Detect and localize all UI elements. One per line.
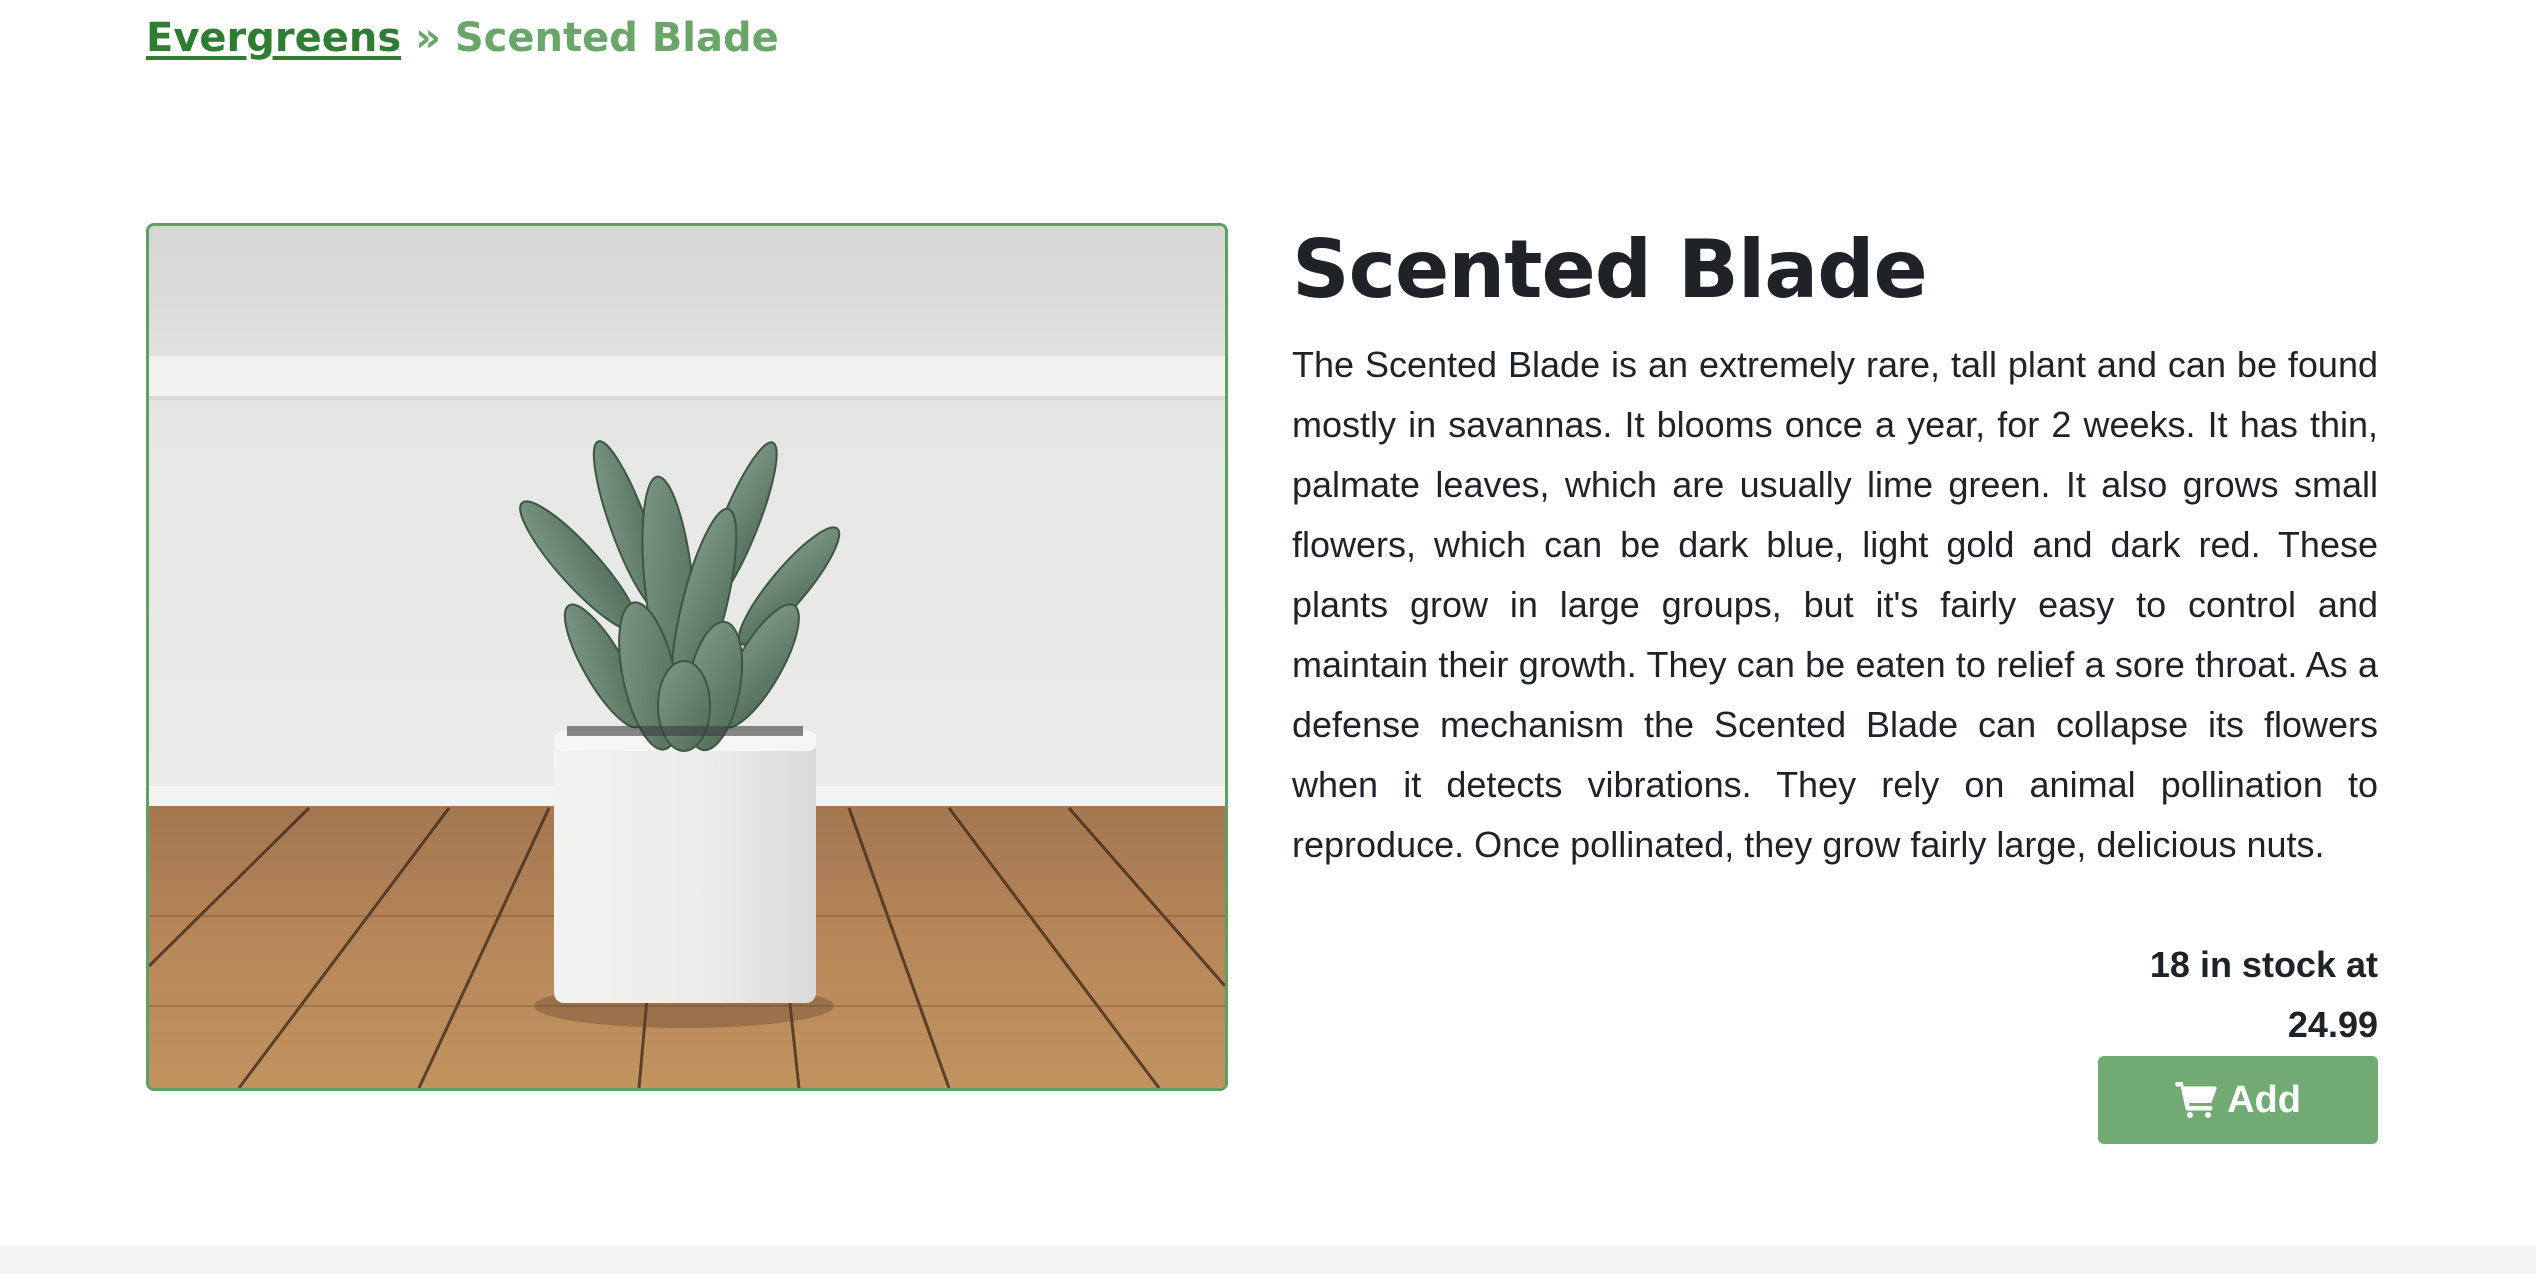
product-description: The Scented Blade is an extremely rare, …: [1292, 344, 2378, 865]
breadcrumb: Evergreens » Scented Blade: [146, 8, 779, 68]
product-image: [146, 223, 1228, 1091]
stock-info: 18 in stock at 24.99: [1292, 935, 2378, 1055]
breadcrumb-separator: »: [401, 15, 455, 61]
product-price: 24.99: [2287, 1004, 2378, 1045]
shopping-cart-icon: [2175, 1082, 2217, 1118]
breadcrumb-current: Scented Blade: [454, 15, 779, 61]
product-title: Scented Blade: [1292, 223, 1928, 316]
footer-divider: [0, 1246, 2536, 1274]
succulent-photo: [149, 226, 1225, 1088]
breadcrumb-link-evergreens[interactable]: Evergreens: [146, 15, 401, 61]
stock-count: 18: [2149, 944, 2190, 985]
stock-text: in stock at: [2199, 944, 2378, 985]
add-button-label: Add: [2227, 1078, 2301, 1121]
add-to-cart-button[interactable]: Add: [2098, 1056, 2378, 1144]
